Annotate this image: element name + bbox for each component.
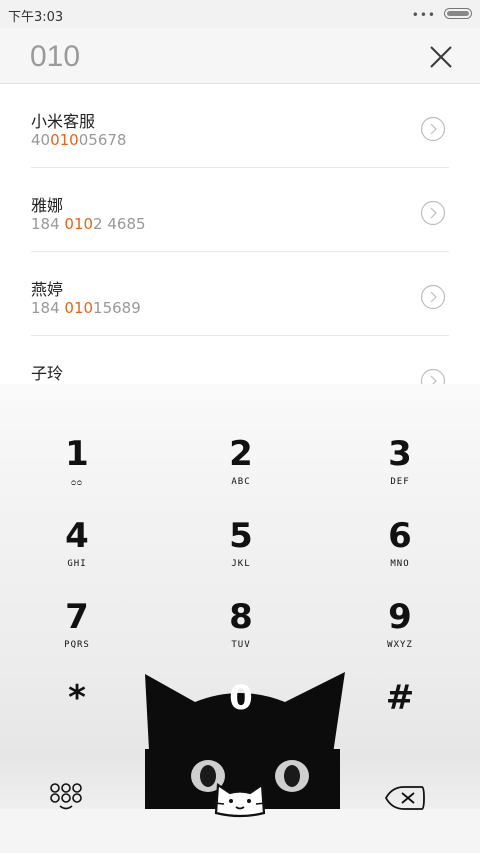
- contact-name: 燕婷: [31, 280, 64, 299]
- match-highlight: 010: [64, 215, 94, 233]
- contact-number: 184 0102 4685: [31, 215, 146, 233]
- status-bar: 下午3:03 •••: [0, 0, 480, 28]
- key-2[interactable]: 2 ABC: [181, 434, 301, 508]
- key-1[interactable]: 1 ᴑᴑ: [17, 434, 137, 508]
- search-bar: 010: [0, 28, 480, 84]
- dialpad: 1 ᴑᴑ 2 ABC 3 DEF 4 GHI 5 JKL 6 MNO 7 PQR…: [0, 384, 480, 853]
- key-6[interactable]: 6 MNO: [340, 516, 460, 590]
- key-star[interactable]: *: [17, 678, 137, 752]
- key-3[interactable]: 3 DEF: [340, 434, 460, 508]
- key-7[interactable]: 7 PQRS: [17, 597, 137, 671]
- key-hash[interactable]: #: [340, 678, 460, 752]
- detail-arrow-icon[interactable]: [420, 116, 446, 142]
- contact-row[interactable]: 燕婷 184 01015689: [31, 252, 449, 336]
- contact-name: 雅娜: [31, 196, 64, 215]
- dialpad-toggle-icon[interactable]: [48, 782, 88, 812]
- match-highlight: 010: [64, 299, 94, 317]
- status-time: 下午3:03: [8, 10, 64, 25]
- key-5[interactable]: 5 JKL: [181, 516, 301, 590]
- match-highlight: 010: [50, 131, 79, 149]
- key-0[interactable]: 0: [181, 678, 301, 752]
- voicemail-icon: ᴑᴑ: [71, 478, 83, 488]
- signal-dots-icon: •••: [411, 8, 436, 22]
- key-4[interactable]: 4 GHI: [17, 516, 137, 590]
- battery-icon: [444, 8, 472, 19]
- detail-arrow-icon[interactable]: [420, 368, 446, 384]
- contact-name: 小米客服: [31, 112, 96, 131]
- dial-input[interactable]: 010: [30, 40, 80, 74]
- contact-row[interactable]: 子玲: [31, 336, 449, 384]
- key-8[interactable]: 8 TUV: [181, 597, 301, 671]
- contact-name: 子玲: [31, 364, 64, 383]
- clear-icon[interactable]: [428, 44, 454, 70]
- contact-row[interactable]: 小米客服 4001005678: [31, 84, 449, 168]
- delete-icon[interactable]: [382, 784, 426, 812]
- cat-call-icon[interactable]: [210, 776, 270, 818]
- key-9[interactable]: 9 WXYZ: [340, 597, 460, 671]
- contact-number: 184 01015689: [31, 299, 141, 317]
- detail-arrow-icon[interactable]: [420, 284, 446, 310]
- contact-number: 4001005678: [31, 131, 127, 149]
- contact-results-list: 小米客服 4001005678 雅娜 184 0102 4685 燕婷 184 …: [0, 84, 480, 384]
- contact-row[interactable]: 雅娜 184 0102 4685: [31, 168, 449, 252]
- detail-arrow-icon[interactable]: [420, 200, 446, 226]
